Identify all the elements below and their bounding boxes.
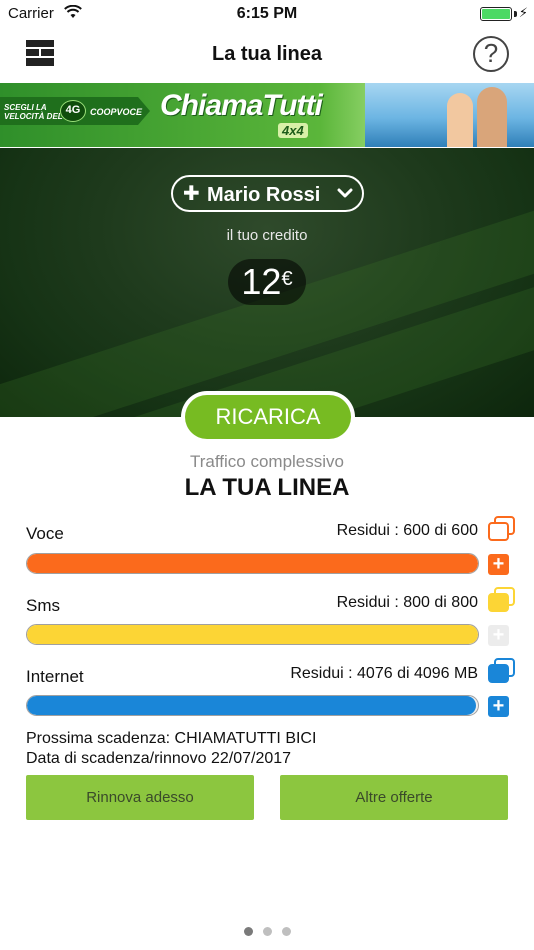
page-dot[interactable]: [243, 927, 253, 936]
page-indicator[interactable]: [0, 923, 534, 941]
other-offers-button[interactable]: Altre offerte: [280, 775, 508, 820]
add-internet-icon[interactable]: +: [488, 696, 509, 717]
nav-bar: La tua linea ?: [0, 28, 534, 82]
usage-label-internet: Internet: [26, 667, 84, 686]
clock: 6:15 PM: [236, 5, 298, 22]
usage-bar-fill-internet: [27, 696, 476, 715]
recharge-button[interactable]: RICARICA: [185, 395, 351, 439]
user-name: Mario Rossi: [207, 184, 321, 206]
add-sms-icon[interactable]: +: [488, 625, 509, 646]
page-dot[interactable]: [281, 927, 291, 936]
usage-remaining-sms: Residui : 800 di 800: [336, 594, 478, 611]
usage-bar-voice: [26, 553, 479, 574]
usage-bar-fill-voice: [27, 554, 478, 573]
renew-button[interactable]: Rinnova adesso: [26, 775, 254, 820]
copy-icon[interactable]: [488, 658, 516, 684]
status-bar: Carrier 6:15 PM ⚡: [0, 0, 534, 28]
promo-banner[interactable]: SCEGLI LA VELOCITÀ DEL 4G COOPVOCE Chiam…: [0, 83, 534, 147]
traffic-label: Traffico complessivo: [190, 452, 344, 471]
section-title: LA TUA LINEA: [184, 474, 350, 501]
add-voice-icon[interactable]: +: [488, 554, 509, 575]
usage-label-sms: Sms: [26, 596, 60, 615]
usage-remaining-voice: Residui : 600 di 600: [336, 522, 478, 539]
banner-logo: ChiamaTutti: [160, 89, 323, 122]
banner-promo-text: SCEGLI LA VELOCITÀ DEL: [4, 103, 63, 121]
question-circle-icon[interactable]: ?: [473, 36, 509, 72]
charging-icon: ⚡: [518, 5, 528, 20]
credit-label: il tuo credito: [226, 227, 308, 244]
banner-promo-tag: SCEGLI LA VELOCITÀ DEL 4G COOPVOCE: [0, 97, 150, 125]
credit-currency: €: [281, 268, 293, 290]
expiry-info: Prossima scadenza: CHIAMATUTTI BICI Data…: [26, 729, 316, 769]
banner-person: [447, 93, 473, 147]
credit-badge: 12€: [228, 259, 306, 305]
banner-person: [477, 87, 507, 147]
user-selector[interactable]: ✚ Mario Rossi: [171, 175, 364, 212]
usage-bar-fill-sms: [27, 625, 478, 644]
recharge-button-frame: RICARICA: [181, 391, 355, 443]
battery-tip: [514, 11, 517, 17]
page-title: La tua linea: [211, 43, 323, 65]
banner-logo-sub: 4x4: [278, 123, 308, 138]
usage-remaining-internet: Residui : 4076 di 4096 MB: [290, 665, 478, 682]
chevron-down-icon: [337, 188, 353, 198]
renewal-date: Data di scadenza/rinnovo 22/07/2017: [26, 750, 292, 767]
credit-amount: 12: [241, 261, 282, 302]
usage-bar-sms: [26, 624, 479, 645]
banner-photo: [365, 83, 534, 147]
copy-icon[interactable]: [488, 516, 516, 542]
credit-hero: ✚ Mario Rossi il tuo credito 12€: [0, 148, 534, 417]
usage-bar-internet: [26, 695, 479, 716]
banner-brand: COOPVOCE: [90, 107, 143, 117]
plus-icon: ✚: [183, 183, 200, 205]
battery-icon: [480, 7, 512, 21]
banner-4g-badge: 4G: [60, 100, 86, 122]
copy-icon[interactable]: [488, 587, 516, 613]
next-expiry: Prossima scadenza: CHIAMATUTTI BICI: [26, 730, 317, 747]
usage-label-voice: Voce: [26, 524, 64, 543]
page-dot[interactable]: [262, 927, 272, 936]
